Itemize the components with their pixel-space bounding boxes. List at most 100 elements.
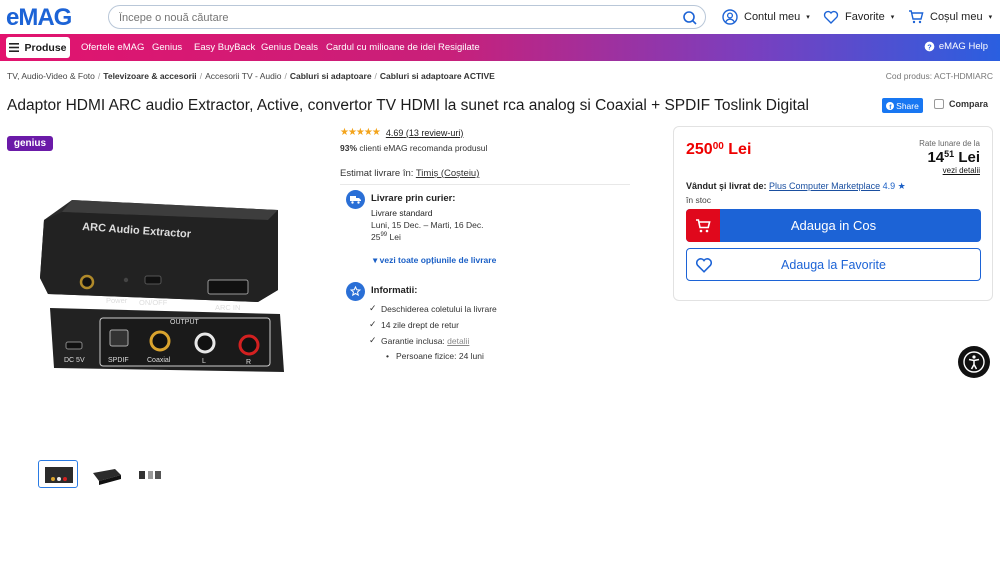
header: eMAG Contul meu ▾ Favorite ▾ Coșul meu ▾	[0, 0, 1000, 34]
delivery-type: Livrare standard	[371, 208, 433, 218]
produse-label: Produse	[24, 41, 67, 54]
seller-info: Vândut și livrat de: Plus Computer Marke…	[686, 181, 906, 192]
svg-text:SPDIF: SPDIF	[108, 357, 129, 364]
favorites-menu[interactable]: Favorite ▾	[823, 9, 894, 25]
svg-text:?: ?	[927, 42, 932, 51]
account-menu[interactable]: Contul meu ▾	[722, 9, 810, 25]
seller-score: 4.9 ★	[882, 181, 906, 191]
svg-text:ON/OFF: ON/OFF	[139, 298, 168, 307]
warranty-details-link[interactable]: detalii	[447, 336, 469, 346]
check-icon: ✓	[369, 319, 377, 329]
breadcrumb-item[interactable]: Cabluri si adaptoare	[290, 71, 372, 81]
star-rating-icon: ★★★★★	[340, 127, 381, 138]
add-to-favorites-label: Adauga la Favorite	[781, 257, 886, 272]
delivery-cost: 2599 Lei	[371, 232, 401, 242]
heart-icon	[823, 10, 839, 24]
buy-box: 25000 Lei Rate lunare de la 1451 Lei vez…	[673, 126, 993, 301]
menu-icon	[9, 43, 20, 52]
delivery-truck-icon	[346, 190, 365, 209]
recommend-text: 93% clienti eMAG recomanda produsul	[340, 143, 487, 153]
chevron-down-icon: ▾	[890, 14, 895, 21]
facebook-icon: f	[886, 101, 895, 110]
user-icon	[722, 9, 738, 25]
svg-text:Power: Power	[106, 296, 128, 305]
delivery-options-link[interactable]: ▾ vezi toate opțiunile de livrare	[373, 255, 496, 266]
accessibility-icon[interactable]	[958, 346, 990, 378]
rate-label: Rate lunare de la	[919, 139, 980, 148]
svg-text:OUTPUT: OUTPUT	[170, 319, 200, 326]
emag-logo[interactable]: eMAG	[6, 4, 98, 30]
cart-label: Coșul meu	[930, 11, 983, 23]
nav-link-ofertele[interactable]: Ofertele eMAG	[81, 42, 144, 53]
main-nav: Produse Ofertele eMAG Genius Easy BuyBac…	[0, 34, 1000, 61]
breadcrumb: TV, Audio-Video & Foto / Televizoare & acc…	[7, 71, 495, 81]
estimate-label: Estimat livrare în:	[340, 168, 414, 179]
delivery-title: Livrare prin curier:	[371, 193, 456, 204]
nav-link-easy-buyback[interactable]: Easy BuyBack	[194, 42, 255, 53]
help-link[interactable]: ? eMAG Help	[924, 41, 988, 52]
svg-text:eMAG: eMAG	[6, 4, 72, 30]
rate-details-link[interactable]: vezi detalii	[919, 166, 980, 175]
cart-icon	[686, 209, 720, 242]
warranty-detail: Persoane fizice: 24 luni	[396, 351, 484, 361]
thumbnail-image[interactable]	[38, 460, 78, 488]
breadcrumb-item[interactable]: TV, Audio-Video & Foto	[7, 71, 95, 81]
cart-menu[interactable]: Coșul meu ▾	[908, 9, 992, 25]
nav-link-genius-deals[interactable]: Genius Deals	[261, 42, 318, 53]
estimate-location-link[interactable]: Timiș (Coșteiu)	[416, 168, 480, 179]
divider	[340, 184, 630, 185]
nav-link-resigilate[interactable]: Resigilate	[438, 42, 480, 53]
favorites-label: Favorite	[845, 11, 885, 23]
breadcrumb-item[interactable]: Accesorii TV - Audio	[205, 71, 281, 81]
page-title: Adaptor HDMI ARC audio Extractor, Active…	[7, 97, 809, 114]
bullet-icon: •	[386, 351, 389, 361]
installments: Rate lunare de la 1451 Lei vezi detalii	[919, 139, 980, 175]
thumbnail-image[interactable]	[134, 460, 164, 488]
thumbnail-image[interactable]	[86, 460, 126, 488]
share-button[interactable]: f Share	[882, 98, 923, 113]
add-to-cart-label: Adauga in Cos	[790, 218, 877, 233]
share-label: Share	[896, 100, 919, 111]
compare-toggle[interactable]: Compara	[934, 99, 988, 109]
rating-summary[interactable]: ★★★★★ 4.69 (13 review-uri)	[340, 127, 463, 138]
info-star-icon	[346, 282, 365, 301]
add-to-favorites-button[interactable]: Adauga la Favorite	[686, 248, 981, 281]
recommend-percent: 93%	[340, 143, 358, 153]
product-image[interactable]: ARC Audio Extractor Power ON/OFF ARC IN …	[30, 190, 300, 390]
search-input[interactable]	[119, 9, 679, 26]
svg-text:DC 5V: DC 5V	[64, 357, 85, 364]
rating-value: 4.69	[385, 127, 404, 138]
genius-badge: genius	[7, 136, 53, 151]
svg-text:ARC IN: ARC IN	[215, 303, 240, 312]
nav-link-cardul[interactable]: Cardul cu milioane de idei	[326, 42, 435, 53]
product-code: Cod produs: ACT-HDMIARC	[885, 71, 993, 81]
svg-text:R: R	[246, 359, 251, 366]
breadcrumb-item[interactable]: Cabluri si adaptoare ACTIVE	[380, 71, 495, 81]
nav-link-genius[interactable]: Genius	[152, 42, 182, 53]
info-title: Informatii:	[371, 285, 418, 296]
svg-text:L: L	[202, 358, 206, 365]
delivery-estimate: Estimat livrare în: Timiș (Coșteiu)	[340, 168, 479, 179]
review-count: (13 review-uri)	[405, 127, 464, 138]
info-item: Garantie inclusa: detalii	[381, 336, 470, 346]
rate-value: 1451 Lei	[927, 149, 980, 166]
check-icon: ✓	[369, 303, 377, 313]
info-item: Deschiderea coletului la livrare	[381, 304, 497, 314]
chevron-down-icon: ▾	[988, 14, 993, 21]
cart-icon	[909, 10, 924, 24]
help-icon: ?	[924, 41, 935, 52]
seller-link[interactable]: Plus Computer Marketplace	[769, 181, 880, 191]
add-to-cart-button[interactable]: Adauga in Cos	[686, 209, 981, 242]
search-icon[interactable]	[682, 10, 698, 26]
chevron-down-icon: ▾	[806, 14, 810, 21]
account-label: Contul meu	[744, 11, 801, 23]
delivery-dates: Luni, 15 Dec. – Marti, 16 Dec.	[371, 220, 484, 230]
thumbnail-strip	[38, 460, 164, 488]
sold-by-label: Vândut și livrat de:	[686, 181, 767, 191]
svg-text:Coaxial: Coaxial	[147, 357, 171, 364]
info-item: 14 zile drept de retur	[381, 320, 459, 330]
breadcrumb-item[interactable]: Televizoare & accesorii	[103, 71, 196, 81]
compare-label: Compara	[949, 99, 989, 109]
compare-checkbox[interactable]	[934, 99, 944, 109]
produse-button[interactable]: Produse	[6, 37, 70, 58]
